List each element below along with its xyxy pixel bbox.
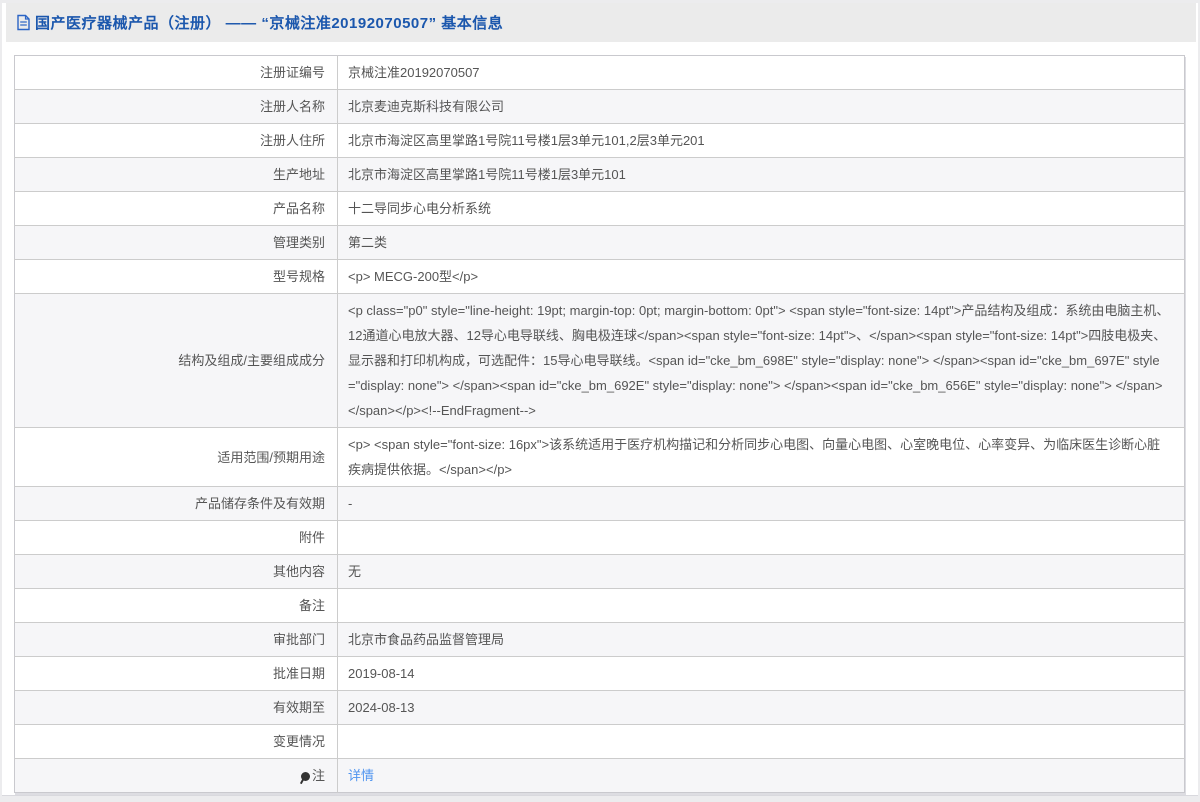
row-label: 审批部门 (14, 622, 338, 657)
row-label: 适用范围/预期用途 (14, 427, 338, 487)
detail-link[interactable]: 详情 (348, 768, 374, 783)
row-value: 京械注准20192070507 (348, 65, 480, 80)
row-label: 生产地址 (14, 157, 338, 192)
row-value: 北京市海淀区高里掌路1号院11号楼1层3单元101,2层3单元201 (337, 123, 1185, 158)
row-value: 十二导同步心电分析系统 (337, 191, 1185, 226)
table-row: 适用范围/预期用途 <p> <span style="font-size: 16p… (14, 427, 1185, 487)
table-row: 型号规格 <p> MECG-200型</p> (14, 259, 1185, 294)
table-row: 变更情况 (14, 724, 1185, 759)
bulb-icon (300, 772, 310, 781)
table-row: 生产地址 北京市海淀区高里掌路1号院11号楼1层3单元101 (14, 157, 1185, 192)
row-label: 注册证编号 (14, 55, 338, 90)
row-value: 北京市食品药品监督管理局 (337, 622, 1185, 657)
row-value: 2019-08-14 (337, 656, 1185, 691)
row-label: 管理类别 (14, 225, 338, 260)
row-label: 其他内容 (14, 554, 338, 589)
row-label: 有效期至 (14, 690, 338, 725)
row-label: 批准日期 (14, 656, 338, 691)
row-value: 无 (337, 554, 1185, 589)
row-value (337, 520, 1185, 555)
table-row: 审批部门 北京市食品药品监督管理局 (14, 622, 1185, 657)
info-table-body: 注册证编号 京械注准20192070507 注册人名称 北京麦迪克斯科技有限公司 注册人… (14, 55, 1185, 793)
row-value (337, 588, 1185, 623)
table-row: 管理类别 第二类 (14, 225, 1185, 260)
info-table: 注册证编号 京械注准20192070507 注册人名称 北京麦迪克斯科技有限公司 注册人… (14, 55, 1185, 793)
table-row: 批准日期 2019-08-14 (14, 656, 1185, 691)
page-header: 国产医疗器械产品（注册） —— “京械注准20192070507” 基本信息 (6, 3, 1196, 42)
document-icon (16, 14, 31, 31)
row-value: 北京麦迪克斯科技有限公司 (337, 89, 1185, 124)
row-label: 附件 (14, 520, 338, 555)
table-row: 产品储存条件及有效期 - (14, 486, 1185, 521)
table-row: 产品名称 十二导同步心电分析系统 (14, 191, 1185, 226)
row-label: 注 (14, 758, 338, 793)
row-label: 型号规格 (14, 259, 338, 294)
table-row: 注册证编号 京械注准20192070507 (14, 55, 1185, 90)
page-title: 国产医疗器械产品（注册） —— “京械注准20192070507” 基本信息 (35, 15, 504, 32)
row-value: <p> MECG-200型</p> (337, 259, 1185, 294)
table-row: 有效期至 2024-08-13 (14, 690, 1185, 725)
row-label: 变更情况 (14, 724, 338, 759)
row-value (337, 724, 1185, 759)
row-value: <p> <span style="font-size: 16px">该系统适用于… (337, 427, 1185, 487)
row-value: <p class="p0" style="line-height: 19pt; … (337, 293, 1185, 428)
row-label: 产品储存条件及有效期 (14, 486, 338, 521)
row-label: 注册人住所 (14, 123, 338, 158)
content-card: 国产医疗器械产品（注册） —— “京械注准20192070507” 基本信息 注… (2, 3, 1198, 796)
row-label: 备注 (14, 588, 338, 623)
table-row: 附件 (14, 520, 1185, 555)
table-row: 备注 (14, 588, 1185, 623)
table-row: 注册人名称 北京麦迪克斯科技有限公司 (14, 89, 1185, 124)
row-label: 结构及组成/主要组成成分 (14, 293, 338, 428)
row-label: 产品名称 (14, 191, 338, 226)
row-value: 详情 (337, 758, 1185, 793)
row-value: - (337, 486, 1185, 521)
row-value: 2024-08-13 (337, 690, 1185, 725)
row-label: 注册人名称 (14, 89, 338, 124)
table-row: 其他内容无 (14, 554, 1185, 589)
table-row: 注详情 (14, 758, 1185, 793)
table-row: 注册人住所 北京市海淀区高里掌路1号院11号楼1层3单元101,2层3单元201 (14, 123, 1185, 158)
row-value: 第二类 (337, 225, 1185, 260)
table-row: 结构及组成/主要组成成分 <p class="p0" style="line-he… (14, 293, 1185, 428)
row-value: 北京市海淀区高里掌路1号院11号楼1层3单元101 (337, 157, 1185, 192)
